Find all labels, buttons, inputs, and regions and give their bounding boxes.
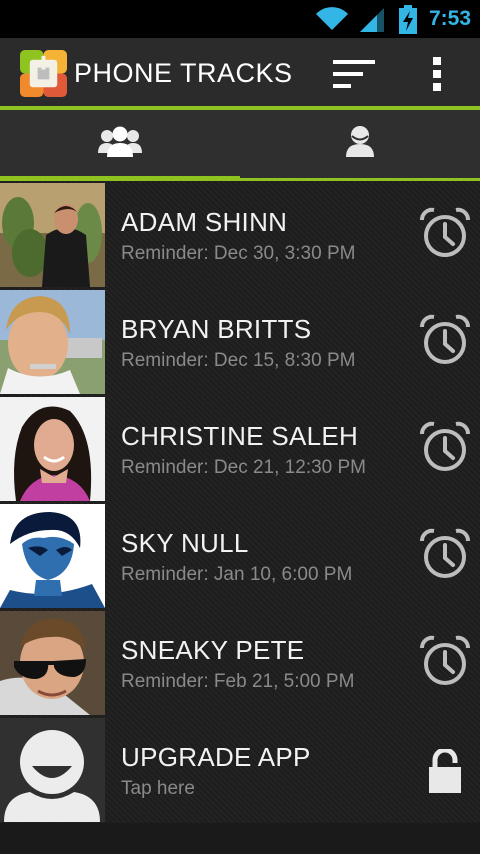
contact-name: BRYAN BRITTS [121,314,312,344]
alarm-clock-icon[interactable] [418,313,472,367]
avatar [0,397,105,501]
alarm-clock-icon[interactable] [418,420,472,474]
contact-name: ADAM SHINN [121,207,288,237]
avatar [0,183,105,287]
wifi-icon [316,7,348,30]
signal-icon [360,8,384,32]
reminder-text: Tap here [121,778,195,799]
contact-name: CHRISTINE SALEH [121,421,359,451]
clock-time: 7:53 [428,7,471,30]
person-icon [346,126,374,157]
reminder-text: Reminder: Dec 30, 3:30 PM [121,243,356,264]
overflow-menu-icon[interactable] [426,57,448,91]
contact-name: SNEAKY PETE [121,635,305,665]
list-item[interactable]: SNEAKY PETE Reminder: Feb 21, 5:00 PM [0,609,480,716]
reminder-text: Reminder: Feb 21, 5:00 PM [121,671,355,692]
avatar [0,504,105,608]
reminder-text: Reminder: Dec 15, 8:30 PM [121,350,356,371]
group-icon [98,126,142,157]
list-item[interactable]: CHRISTINE SALEH Reminder: Dec 21, 12:30 … [0,395,480,502]
tab-groups[interactable] [0,110,240,178]
reminder-text: Reminder: Dec 21, 12:30 PM [121,457,367,478]
alarm-clock-icon[interactable] [418,527,472,581]
list-item[interactable]: ADAM SHINN Reminder: Dec 30, 3:30 PM [0,181,480,288]
action-bar: PHONE TRACKS [0,38,480,106]
status-bar: 7:53 [0,0,480,38]
avatar [0,611,105,715]
list-item[interactable]: UPGRADE APP Tap here [0,716,480,823]
tab-bar [0,110,480,178]
app-title: PHONE TRACKS [74,58,293,88]
avatar [0,718,105,822]
sort-icon[interactable] [333,60,375,88]
list-item[interactable]: SKY NULL Reminder: Jan 10, 6:00 PM [0,502,480,609]
tab-person[interactable] [240,110,480,178]
battery-charging-icon [399,5,417,34]
alarm-clock-icon[interactable] [418,206,472,260]
list-item[interactable]: BRYAN BRITTS Reminder: Dec 15, 8:30 PM [0,288,480,395]
alarm-clock-icon[interactable] [418,634,472,688]
contact-name: UPGRADE APP [121,742,311,772]
app-logo-icon[interactable] [20,50,67,97]
lock-icon[interactable] [427,749,463,793]
avatar [0,290,105,394]
reminder-text: Reminder: Jan 10, 6:00 PM [121,564,353,585]
contact-name: SKY NULL [121,528,249,558]
